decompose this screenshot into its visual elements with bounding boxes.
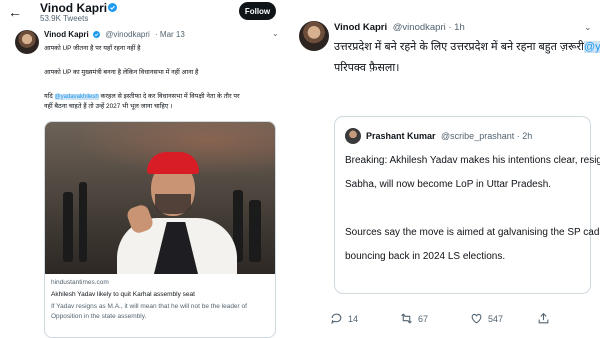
tweet-author: Vinod Kapri @vinodkapri · 1h — [334, 22, 465, 33]
reply-button[interactable]: 14 — [330, 312, 358, 325]
avatar — [345, 128, 361, 144]
retweet-count: 67 — [418, 313, 429, 324]
tweet-actions: 14 67 547 — [292, 312, 600, 332]
quoted-author: Prashant Kumar @scribe_prashant · 2h — [366, 131, 532, 141]
reply-count: 14 — [348, 313, 359, 324]
profile-name: Vinod Kapri — [40, 1, 108, 15]
tweet-date[interactable]: · Mar 13 — [155, 30, 185, 39]
mention-link[interactable]: @yadavakhilesh — [54, 94, 99, 100]
avatar[interactable] — [15, 30, 39, 54]
link-title: Akhilesh Yadav likely to quit Karhal ass… — [51, 291, 195, 298]
tweet-author: Vinod Kapri @vinodkapri · Mar 13 — [44, 30, 185, 39]
quoted-text-line: bouncing back in 2024 LS elections. — [345, 251, 506, 262]
heart-icon — [471, 313, 482, 324]
verified-badge-icon — [108, 3, 117, 12]
retweet-icon — [401, 313, 412, 324]
quoted-tweet[interactable]: Prashant Kumar @scribe_prashant · 2h Bre… — [334, 116, 600, 294]
left-tweet-screenshot: ← Vinod Kapri 53.9K Tweets Follow Vinod … — [0, 0, 292, 338]
news-photo — [45, 122, 275, 274]
like-button[interactable]: 547 — [470, 312, 503, 325]
reply-icon — [331, 313, 342, 325]
like-count: 547 — [488, 313, 504, 324]
red-cap — [147, 152, 199, 174]
tweet-text-fragment: करहल से इस्तीफा दे कर विधानसभा में विपक्… — [100, 93, 240, 100]
avatar[interactable] — [299, 21, 329, 51]
tweet-text-line: यदि @yadavakhilesh करहल से इस्तीफा दे कर… — [44, 91, 240, 100]
follow-button[interactable]: Follow — [239, 2, 276, 20]
quoted-text-line: Sources say the move is aimed at galvani… — [345, 227, 600, 238]
tweet-text-fragment: यदि — [44, 93, 53, 100]
author-handle[interactable]: @vinodkapri · 1h — [393, 22, 465, 33]
tweet-text-line: नहीं बैठना चाहते हैं तो उन्हें 2027 भी भ… — [44, 103, 173, 110]
author-handle[interactable]: @vinodkapri — [105, 30, 150, 39]
tweet-text-fragment: उत्तरप्रदेश में बने रहने के लिए उत्तरप्र… — [334, 41, 584, 53]
mention-link[interactable]: @yadavakhilesh — [584, 41, 600, 53]
share-icon — [538, 312, 549, 324]
profile-header: ← Vinod Kapri 53.9K Tweets Follow — [0, 0, 292, 26]
link-description: If Yadav resigns as M.A., it will mean t… — [51, 303, 247, 310]
author-handle: @scribe_prashant · 2h — [441, 131, 533, 141]
caret-down-icon[interactable]: ⌄ — [584, 22, 592, 33]
right-tweet-screenshot: Vinod Kapri @vinodkapri · 1h ⌄ उत्तरप्रद… — [292, 0, 600, 338]
author-name: Prashant Kumar — [366, 131, 436, 141]
tweet-text-line: उत्तरप्रदेश में बने रहने के लिए उत्तरप्र… — [334, 39, 600, 54]
caret-down-icon[interactable]: ⌄ — [272, 29, 279, 38]
tweet-text-line: परिपक्व फ़ैसला। — [334, 62, 400, 74]
verified-badge-icon — [92, 31, 100, 38]
quoted-text-line: Sabha, will now become LoP in Uttar Prad… — [345, 179, 552, 190]
quoted-text-line: Breaking: Akhilesh Yadav makes his inten… — [345, 155, 600, 166]
author-name[interactable]: Vinod Kapri — [334, 22, 387, 33]
link-description: Opposition in the state assembly. — [51, 313, 147, 320]
link-domain: hindustantimes.com — [51, 279, 109, 286]
tweet-count: 53.9K Tweets — [40, 14, 89, 23]
author-name[interactable]: Vinod Kapri — [44, 30, 89, 39]
back-arrow-icon[interactable]: ← — [8, 4, 24, 20]
tweet-text-line: आपको UP जीतना है पर यहाँ रहना नहीं है — [44, 45, 141, 52]
share-button[interactable] — [537, 312, 555, 325]
link-preview-card[interactable]: hindustantimes.com Akhilesh Yadav likely… — [44, 121, 276, 338]
retweet-button[interactable]: 67 — [400, 312, 428, 325]
tweet-text-line: आपको UP का मुख्यमंत्री बनना है लेकिन विध… — [44, 69, 199, 76]
